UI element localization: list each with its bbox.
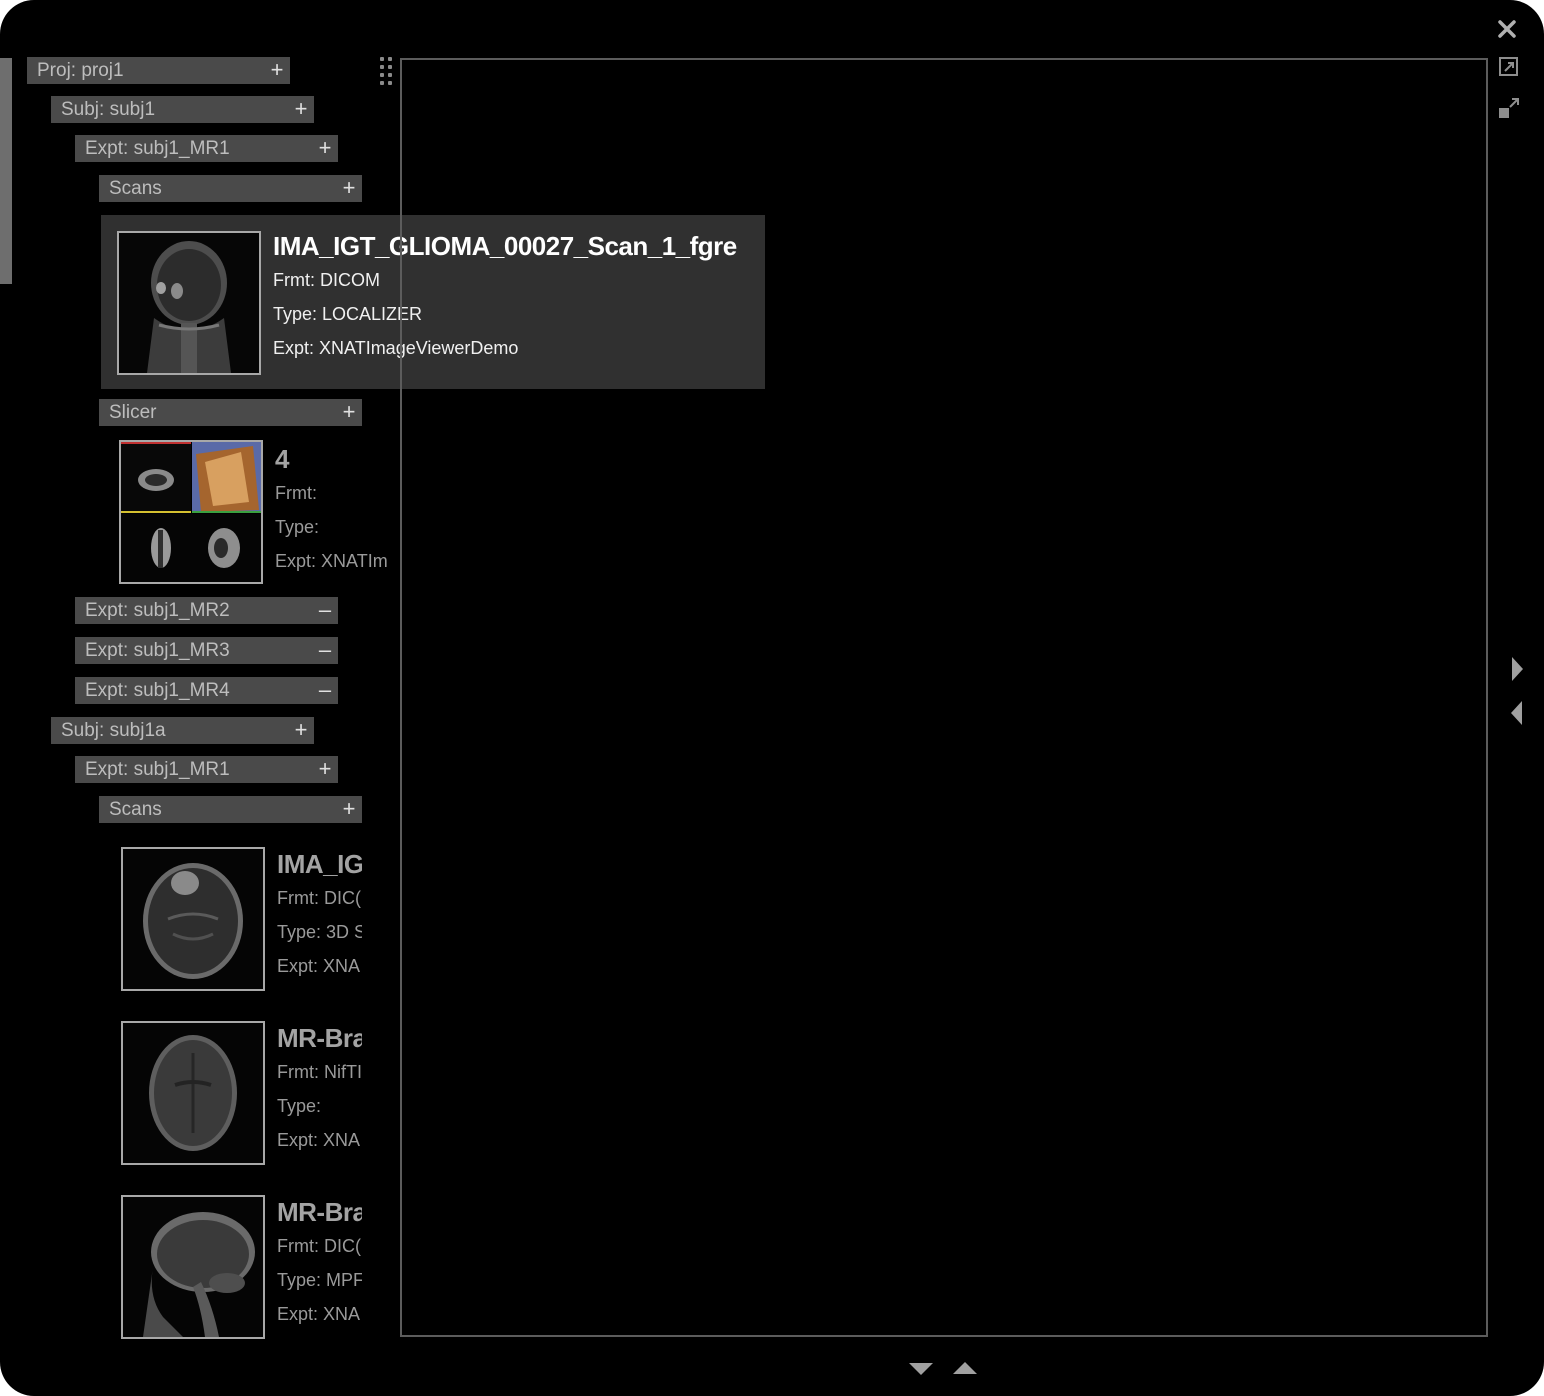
tree-node-experiment[interactable]: Expt: subj1_MR1 + bbox=[75, 756, 338, 783]
tree-node-experiment[interactable]: Expt: subj1_MR2 – bbox=[75, 597, 338, 624]
tree-node-label: Subj: subj1a bbox=[61, 720, 166, 741]
tree-node-label: Subj: subj1 bbox=[61, 99, 156, 120]
collapse-icon[interactable] bbox=[1497, 96, 1521, 120]
tree-node-experiment[interactable]: Expt: subj1_MR4 – bbox=[75, 677, 338, 704]
tree-node-label: Scans bbox=[109, 178, 162, 199]
arrow-down-icon[interactable] bbox=[907, 1360, 935, 1376]
slicer-metadata: 4 Frmt: Type: Expt: XNATIm bbox=[275, 442, 387, 578]
arrow-left-icon[interactable] bbox=[1509, 700, 1525, 726]
tree-node-experiment[interactable]: Expt: subj1_MR1 + bbox=[75, 135, 338, 162]
tree-node-label: Slicer bbox=[109, 402, 157, 423]
collapse-toggle[interactable]: – bbox=[316, 677, 334, 703]
scan-thumbnail-image[interactable] bbox=[117, 231, 261, 375]
expand-toggle[interactable]: + bbox=[340, 175, 358, 201]
tree-node-label: Proj: proj1 bbox=[37, 60, 124, 81]
scan-title: 4 bbox=[275, 444, 289, 474]
tree-node-label: Expt: subj1_MR3 bbox=[85, 640, 230, 661]
scan-experiment: Expt: XNA bbox=[277, 1130, 361, 1150]
scan-type: Type: 3D S bbox=[277, 922, 362, 942]
scan-type: Type: MPF bbox=[277, 1270, 362, 1290]
viewer-pane[interactable] bbox=[400, 58, 1488, 1337]
scan-experiment: Expt: XNA bbox=[277, 1304, 361, 1324]
expand-icon[interactable] bbox=[1497, 55, 1521, 79]
tree-node-scans[interactable]: Scans + bbox=[99, 796, 362, 823]
scan-format: Frmt: NifTI bbox=[277, 1062, 362, 1082]
scan-thumbnail-image[interactable] bbox=[121, 847, 265, 991]
expand-toggle[interactable]: + bbox=[292, 717, 310, 743]
tree-node-label: Scans bbox=[109, 799, 162, 820]
scan-type: Type: bbox=[275, 517, 320, 537]
scan-thumbnail-image[interactable] bbox=[121, 1021, 265, 1165]
tree-scrollbar[interactable] bbox=[0, 58, 12, 284]
tree-node-project[interactable]: Proj: proj1 + bbox=[27, 57, 290, 84]
collapse-toggle[interactable]: – bbox=[316, 597, 334, 623]
scan-metadata: IMA_IG Frmt: DIC( Type: 3D S Expt: XNA bbox=[277, 847, 362, 983]
scan-title: IMA_IG bbox=[277, 849, 362, 879]
tree-node-label: Expt: subj1_MR2 bbox=[85, 600, 230, 621]
tree-node-scans[interactable]: Scans + bbox=[99, 175, 362, 202]
scan-metadata: MR-Bra Frmt: NifTI Type: Expt: XNA bbox=[277, 1021, 362, 1157]
arrow-right-icon[interactable] bbox=[1509, 656, 1525, 682]
expand-toggle[interactable]: + bbox=[340, 399, 358, 425]
expand-toggle[interactable]: + bbox=[268, 57, 286, 83]
scan-metadata: MR-Bra Frmt: DIC( Type: MPF Expt: XNA bbox=[277, 1195, 362, 1331]
scan-experiment: Expt: XNATIm bbox=[275, 551, 387, 571]
expand-toggle[interactable]: + bbox=[316, 756, 334, 782]
tree-node-label: Expt: subj1_MR1 bbox=[85, 759, 230, 780]
expand-toggle[interactable]: + bbox=[340, 796, 358, 822]
viewer-window: Proj: proj1 + Subj: subj1 + Expt: subj1_… bbox=[0, 0, 1544, 1396]
scan-type: Type: bbox=[277, 1096, 322, 1116]
close-icon[interactable] bbox=[1496, 18, 1518, 40]
tree-node-subject[interactable]: Subj: subj1a + bbox=[51, 717, 314, 744]
scan-title: MR-Bra bbox=[277, 1023, 362, 1053]
expand-toggle[interactable]: + bbox=[292, 96, 310, 122]
tree-node-label: Expt: subj1_MR4 bbox=[85, 680, 230, 701]
tree-node-subject[interactable]: Subj: subj1 + bbox=[51, 96, 314, 123]
arrow-up-icon[interactable] bbox=[951, 1360, 979, 1376]
collapse-toggle[interactable]: – bbox=[316, 637, 334, 663]
scan-experiment: Expt: XNA bbox=[277, 956, 361, 976]
tree-node-experiment[interactable]: Expt: subj1_MR3 – bbox=[75, 637, 338, 664]
tree-node-label: Expt: subj1_MR1 bbox=[85, 138, 230, 159]
scan-thumbnail-image[interactable] bbox=[121, 1195, 265, 1339]
scan-title: MR-Bra bbox=[277, 1197, 362, 1227]
scan-format: Frmt: DIC( bbox=[277, 888, 361, 908]
slicer-thumbnail-image[interactable] bbox=[119, 440, 263, 584]
drag-handle-icon[interactable] bbox=[380, 57, 394, 87]
scan-format: Frmt: bbox=[275, 483, 317, 503]
tree-node-slicer[interactable]: Slicer + bbox=[99, 399, 362, 426]
scan-format: Frmt: DIC( bbox=[277, 1236, 361, 1256]
expand-toggle[interactable]: + bbox=[316, 135, 334, 161]
